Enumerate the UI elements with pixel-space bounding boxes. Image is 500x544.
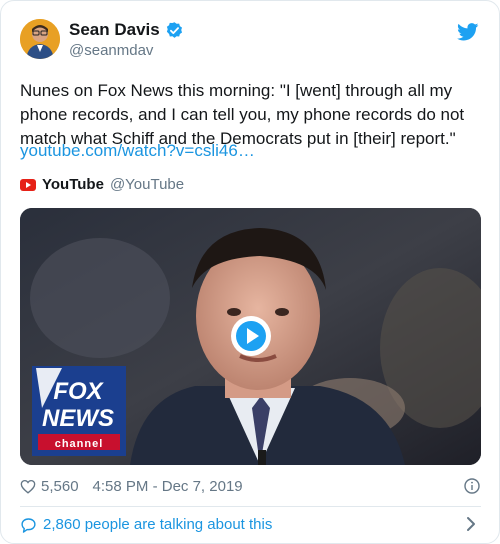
link-source[interactable]: YouTube @YouTube	[20, 176, 184, 193]
like-count[interactable]: 5,560	[41, 478, 79, 495]
author-name[interactable]: Sean Davis	[69, 20, 160, 40]
source-name[interactable]: YouTube	[42, 176, 104, 193]
video-thumbnail[interactable]: FOX NEWS channel	[20, 208, 481, 465]
heart-icon[interactable]	[20, 479, 36, 494]
fox-logo-line-2: NEWS	[42, 405, 114, 432]
info-icon[interactable]	[464, 478, 480, 494]
chevron-right-icon[interactable]	[465, 515, 477, 533]
tweet-meta: 5,560 4:58 PM - Dec 7, 2019	[20, 478, 243, 495]
youtube-icon	[20, 178, 36, 191]
tweet-timestamp[interactable]: 4:58 PM - Dec 7, 2019	[93, 478, 243, 495]
avatar-image	[20, 19, 60, 59]
fox-logo-line-1: FOX	[53, 378, 104, 405]
speech-bubble-icon	[21, 517, 36, 533]
twitter-bird-icon[interactable]	[457, 23, 479, 41]
fox-news-logo: FOX NEWS channel	[32, 366, 126, 456]
talking-about-label[interactable]: 2,860 people are talking about this	[43, 516, 272, 533]
tweet-card[interactable]: Sean Davis @seanmdav Nunes on Fox News t…	[0, 0, 500, 544]
divider	[20, 506, 481, 507]
source-handle[interactable]: @YouTube	[110, 176, 184, 193]
author-avatar[interactable]	[20, 19, 60, 59]
author-handle[interactable]: @seanmdav	[69, 42, 153, 59]
talking-about-link[interactable]: 2,860 people are talking about this	[20, 516, 272, 533]
tweet-link[interactable]: youtube.com/watch?v=csli46…	[20, 139, 255, 163]
verified-badge-icon	[166, 21, 182, 38]
fox-logo-channel: channel	[55, 438, 104, 450]
play-button-icon[interactable]	[230, 315, 272, 357]
